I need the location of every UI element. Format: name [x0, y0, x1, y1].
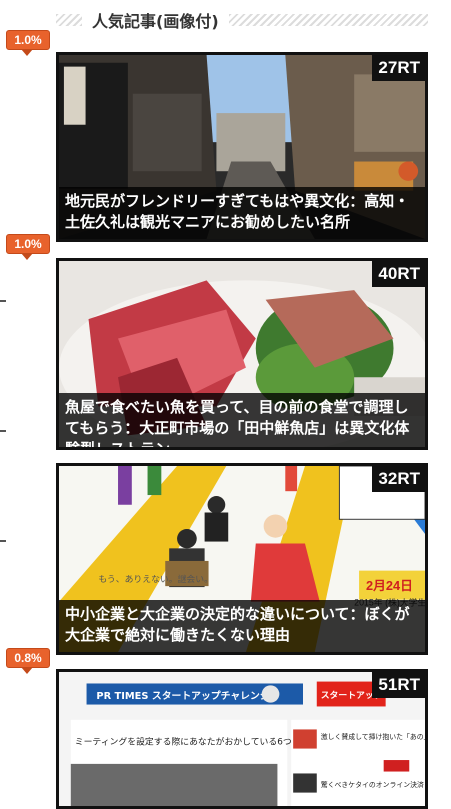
retweet-count: 27RT	[372, 55, 425, 81]
edge-mark	[0, 540, 6, 542]
rank-badge: 1.0%	[6, 234, 50, 260]
image-banner-text: PR TIMES スタートアップチャレンジ	[96, 689, 270, 702]
edge-mark	[0, 430, 6, 432]
rank-badge: 0.8%	[6, 648, 50, 674]
image-side-text: 激しく賛成して挿け抱いた「あの」スタートアップ9社	[321, 732, 425, 741]
article-title[interactable]: 魚屋で食べたい魚を買って、目の前の食堂で調理してもらう：大正町市場の「田中鮮魚店…	[59, 393, 425, 447]
retweet-count: 51RT	[372, 672, 425, 698]
article-thumbnail: PR TIMES スタートアップチャレンジ スタートアップ ミーティングを設定す…	[59, 672, 425, 806]
retweet-count: 40RT	[372, 261, 425, 287]
edge-mark	[0, 300, 6, 302]
header-stripe	[56, 14, 82, 26]
article-title[interactable]: 地元民がフレンドリーすぎてもはや異文化：高知・土佐久礼は観光マニアにお勧めしたい…	[59, 187, 425, 239]
image-date-text: 2月24日	[366, 579, 413, 593]
header-stripe	[228, 14, 428, 26]
image-headline-text: ミーティングを設定する際にあなたがおかしている6つの間違い	[75, 736, 328, 748]
image-caption-text: もう、ありえない。謎会い。	[98, 573, 213, 585]
image-side-text: 驚くべきケタイのオンライン決済	[321, 780, 424, 789]
article-card-2[interactable]: 40RT 魚屋で食べたい魚を買って、目の前の食堂で調理してもらう：大正町市場の「…	[56, 258, 428, 450]
retweet-count: 32RT	[372, 466, 425, 492]
article-title[interactable]: 中小企業と大企業の決定的な違いについて：ぼくが大企業で絶対に働きたくない理由	[59, 600, 425, 652]
article-card-3[interactable]: 2月24日 2015年 (株)大学生主催 もう、ありえない。謎会い。 32RT …	[56, 463, 428, 655]
section-title: 人気記事(画像付)	[92, 12, 219, 31]
article-card-4[interactable]: PR TIMES スタートアップチャレンジ スタートアップ ミーティングを設定す…	[56, 669, 428, 809]
rank-badge: 1.0%	[6, 30, 50, 56]
article-card-1[interactable]: 27RT 地元民がフレンドリーすぎてもはや異文化：高知・土佐久礼は観光マニアにお…	[56, 52, 428, 242]
section-header: 人気記事(画像付)	[56, 6, 428, 34]
